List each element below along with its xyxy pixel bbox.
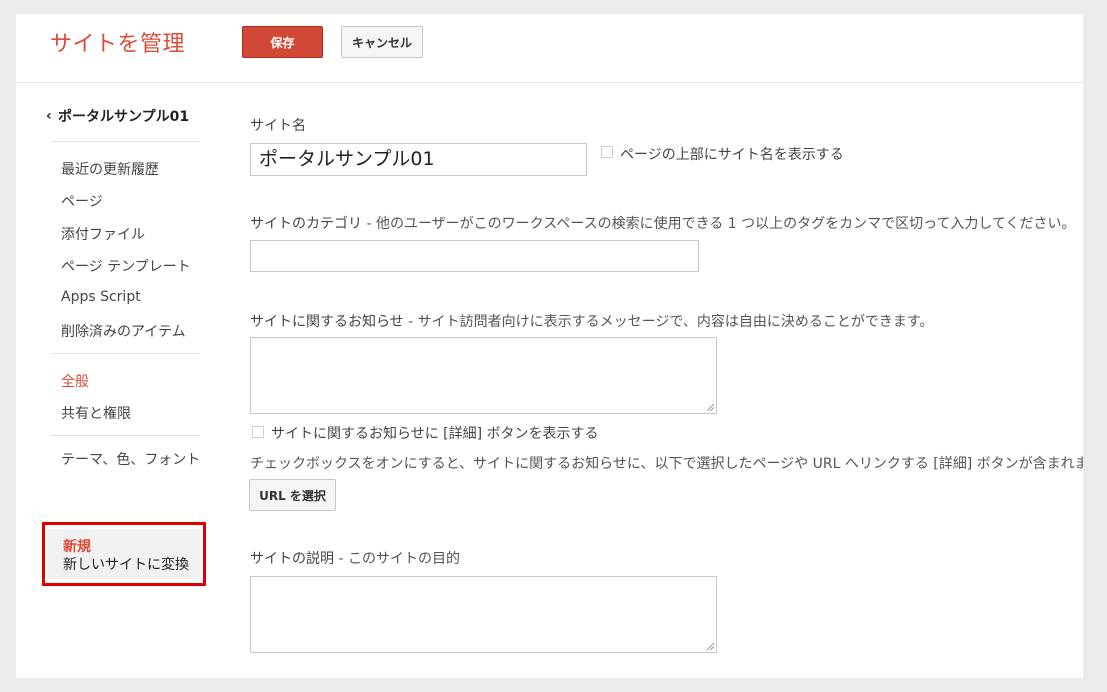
description-label: サイトの説明 - このサイトの目的 xyxy=(250,548,460,568)
convert-to-new-sites-label: 新しいサイトに変換 xyxy=(63,557,189,573)
category-input[interactable] xyxy=(250,240,699,272)
sidebar-item-apps-script[interactable]: Apps Script xyxy=(61,289,141,305)
show-site-name-checkbox[interactable] xyxy=(601,146,613,158)
back-to-site-link[interactable]: ‹ ポータルサンプル01 xyxy=(46,106,189,126)
category-label: サイトのカテゴリ - 他のユーザーがこのワークスペースの検索に使用できる 1 つ… xyxy=(250,213,1076,233)
convert-highlight-box: 新規 新しいサイトに変換 xyxy=(42,522,206,586)
resize-handle-icon[interactable] xyxy=(707,404,714,411)
site-name-input[interactable]: ポータルサンプル01 xyxy=(250,143,587,176)
page-title: サイトを管理 xyxy=(50,32,186,57)
sidebar-divider xyxy=(52,435,200,436)
sidebar-item-page-templates[interactable]: ページ テンプレート xyxy=(61,256,191,276)
description-textarea[interactable] xyxy=(250,576,717,653)
header-bar: サイトを管理 保存 キャンセル xyxy=(16,14,1083,83)
sidebar-divider xyxy=(52,141,200,142)
sidebar-site-name: ポータルサンプル01 xyxy=(58,109,190,125)
sidebar-item-recent-activity[interactable]: 最近の更新履歴 xyxy=(61,159,159,179)
show-details-button-checkbox[interactable] xyxy=(252,426,264,438)
sidebar-divider xyxy=(52,353,200,354)
show-details-button-label: サイトに関するお知らせに [詳細] ボタンを表示する xyxy=(271,426,599,442)
select-url-button[interactable]: URL を選択 xyxy=(249,479,336,511)
chevron-left-icon: ‹ xyxy=(46,108,52,124)
sidebar-item-pages[interactable]: ページ xyxy=(61,191,103,211)
site-name-label: サイト名 xyxy=(250,118,306,134)
announcement-description: - サイト訪問者向けに表示するメッセージで、内容は自由に決めることができます。 xyxy=(403,314,934,330)
sidebar-item-convert[interactable]: 新規 新しいサイトに変換 xyxy=(47,529,201,579)
sidebar: ‹ ポータルサンプル01 最近の更新履歴 ページ 添付ファイル ページ テンプレ… xyxy=(16,98,216,678)
sidebar-item-themes[interactable]: テーマ、色、フォント xyxy=(61,453,201,467)
resize-handle-icon[interactable] xyxy=(707,643,714,650)
save-button[interactable]: 保存 xyxy=(242,26,323,58)
manage-site-panel: サイトを管理 保存 キャンセル ‹ ポータルサンプル01 最近の更新履歴 ページ… xyxy=(16,14,1083,678)
description-title: サイトの説明 xyxy=(250,551,334,567)
announcement-textarea[interactable] xyxy=(250,337,717,414)
details-note: チェックボックスをオンにすると、サイトに関するお知らせに、以下で選択したページや… xyxy=(250,456,1083,472)
new-badge: 新規 xyxy=(63,539,91,555)
announcement-label: サイトに関するお知らせ - サイト訪問者向けに表示するメッセージで、内容は自由に… xyxy=(250,311,933,331)
sidebar-item-attachments[interactable]: 添付ファイル xyxy=(61,224,145,244)
category-title: サイトのカテゴリ xyxy=(250,216,362,232)
sidebar-item-general[interactable]: 全般 xyxy=(61,371,89,391)
announcement-title: サイトに関するお知らせ xyxy=(250,314,404,330)
show-site-name-label: ページの上部にサイト名を表示する xyxy=(620,147,844,163)
sidebar-item-deleted-items[interactable]: 削除済みのアイテム xyxy=(61,321,186,341)
cancel-button[interactable]: キャンセル xyxy=(341,26,423,58)
sidebar-item-sharing[interactable]: 共有と権限 xyxy=(61,403,131,423)
description-description: - このサイトの目的 xyxy=(334,551,460,567)
category-description: - 他のユーザーがこのワークスペースの検索に使用できる 1 つ以上のタグをカンマ… xyxy=(362,216,1076,232)
